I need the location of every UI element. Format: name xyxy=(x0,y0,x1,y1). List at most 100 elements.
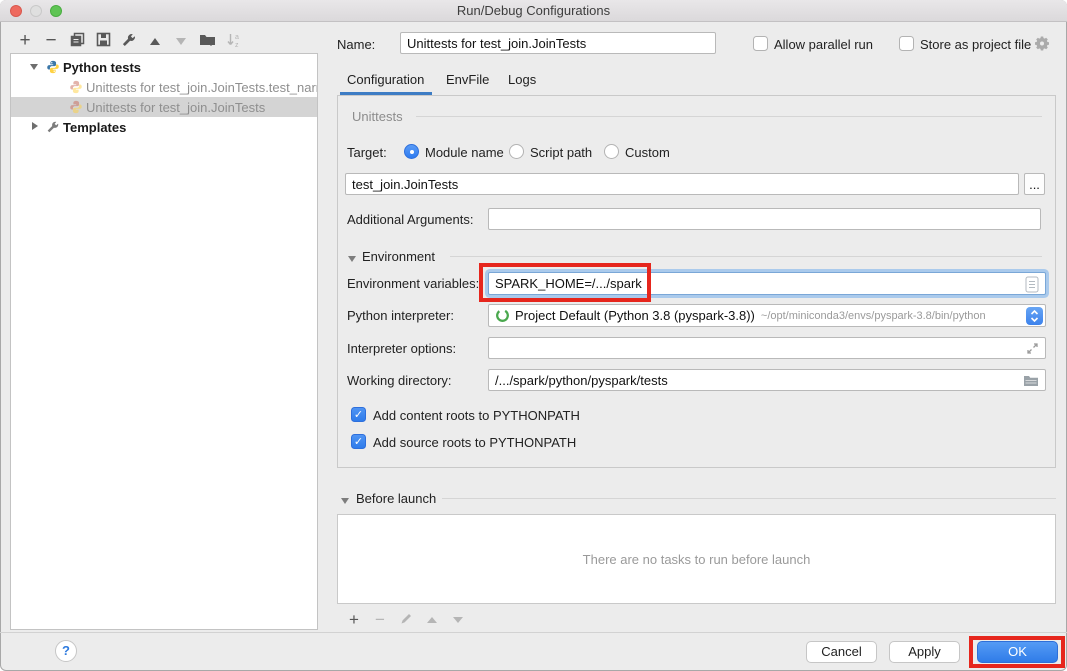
save-configuration-button[interactable] xyxy=(90,30,116,52)
conda-env-icon xyxy=(495,308,510,323)
interpreter-options-label: Interpreter options: xyxy=(347,341,456,356)
plus-icon: + xyxy=(349,611,359,629)
configurations-toolbar: + − az xyxy=(12,30,246,52)
tree-item-test-narrow[interactable]: Unittests for test_join.JoinTests.test_n… xyxy=(11,77,317,97)
new-folder-icon xyxy=(199,32,216,50)
name-input[interactable]: Unittests for test_join.JoinTests xyxy=(400,32,716,54)
tab-logs[interactable]: Logs xyxy=(508,72,536,87)
add-configuration-button[interactable]: + xyxy=(12,30,38,52)
cancel-button[interactable]: Cancel xyxy=(806,641,877,663)
no-tasks-text: There are no tasks to run before launch xyxy=(583,552,811,567)
edit-templates-button[interactable] xyxy=(116,30,142,52)
arrow-down-icon xyxy=(176,38,186,45)
interpreter-options-input[interactable] xyxy=(488,337,1046,359)
working-directory-input[interactable]: /.../spark/python/pyspark/tests xyxy=(488,369,1046,391)
wrench-icon xyxy=(121,32,137,51)
environment-variables-input[interactable]: SPARK_HOME=/.../spark xyxy=(488,272,1046,295)
radio-custom-label[interactable]: Custom xyxy=(625,145,670,160)
collapse-before-launch-icon[interactable] xyxy=(341,498,349,504)
additional-arguments-label: Additional Arguments: xyxy=(347,212,473,227)
add-task-button[interactable]: + xyxy=(341,611,367,629)
pencil-icon xyxy=(400,612,413,628)
radio-module-name-label[interactable]: Module name xyxy=(425,145,504,160)
remove-task-button[interactable]: − xyxy=(367,611,393,629)
move-task-up-button[interactable] xyxy=(419,611,445,629)
browse-module-button[interactable]: ... xyxy=(1024,173,1045,195)
run-debug-configurations-dialog: Run/Debug Configurations + − az Python t… xyxy=(0,0,1067,671)
additional-arguments-input[interactable] xyxy=(488,208,1041,230)
check-icon: ✓ xyxy=(354,436,363,448)
sort-configurations-button[interactable]: az xyxy=(220,30,246,52)
before-launch-toolbar: + − xyxy=(341,611,471,629)
minus-icon: − xyxy=(45,32,56,50)
remove-configuration-button[interactable]: − xyxy=(38,30,64,52)
unittests-group-title: Unittests xyxy=(352,109,403,124)
svg-text:z: z xyxy=(235,42,239,48)
gear-icon[interactable] xyxy=(1034,35,1050,54)
plus-icon: + xyxy=(19,32,30,50)
python-icon xyxy=(69,100,83,117)
save-icon xyxy=(96,32,111,50)
expand-field-icon[interactable] xyxy=(1026,342,1039,358)
close-window-button[interactable] xyxy=(10,5,22,17)
store-as-project-file-label: Store as project file xyxy=(920,37,1031,52)
tab-configuration[interactable]: Configuration xyxy=(347,72,424,87)
allow-parallel-run-label: Allow parallel run xyxy=(774,37,873,52)
working-directory-label: Working directory: xyxy=(347,373,452,388)
tree-item-python-tests[interactable]: Python tests xyxy=(11,57,317,77)
configurations-tree: Python tests Unittests for test_join.Joi… xyxy=(10,53,318,630)
tree-item-label: Unittests for test_join.JoinTests xyxy=(86,100,265,115)
before-launch-separator xyxy=(442,498,1056,499)
folder-icon[interactable] xyxy=(1023,375,1039,390)
collapse-environment-icon[interactable] xyxy=(348,256,356,262)
environment-separator xyxy=(450,256,1042,257)
radio-module-name[interactable] xyxy=(404,144,419,159)
tree-item-jointests-selected[interactable]: Unittests for test_join.JoinTests xyxy=(11,97,317,117)
tree-item-templates[interactable]: Templates xyxy=(11,117,317,137)
create-folder-button[interactable] xyxy=(194,30,220,52)
window-title: Run/Debug Configurations xyxy=(0,0,1067,21)
radio-script-path-label[interactable]: Script path xyxy=(530,145,592,160)
apply-button[interactable]: Apply xyxy=(889,641,960,663)
edit-task-button[interactable] xyxy=(393,611,419,629)
move-up-button[interactable] xyxy=(142,30,168,52)
ok-button[interactable]: OK xyxy=(977,641,1058,663)
environment-variables-value: SPARK_HOME=/.../spark xyxy=(495,276,642,291)
store-as-project-file-checkbox[interactable] xyxy=(899,36,914,51)
group-separator xyxy=(416,116,1042,117)
module-name-input[interactable]: test_join.JoinTests xyxy=(345,173,1019,195)
tree-item-label: Unittests for test_join.JoinTests.test_n… xyxy=(86,80,318,95)
tree-item-label: Templates xyxy=(63,120,126,135)
tab-envfile[interactable]: EnvFile xyxy=(446,72,489,87)
name-value: Unittests for test_join.JoinTests xyxy=(407,36,586,51)
python-interpreter-value: Project Default (Python 3.8 (pyspark-3.8… xyxy=(515,308,755,323)
footer-separator xyxy=(0,632,1067,633)
add-source-roots-checkbox[interactable]: ✓ xyxy=(351,434,366,449)
collapse-arrow-icon[interactable] xyxy=(30,64,38,70)
expand-arrow-icon[interactable] xyxy=(32,122,38,130)
radio-script-path[interactable] xyxy=(509,144,524,159)
python-interpreter-select[interactable]: Project Default (Python 3.8 (pyspark-3.8… xyxy=(488,304,1046,327)
environment-section-title: Environment xyxy=(362,249,435,264)
radio-custom[interactable] xyxy=(604,144,619,159)
help-button[interactable]: ? xyxy=(55,640,77,662)
question-mark-icon: ? xyxy=(62,643,70,658)
edit-variables-icon[interactable] xyxy=(1025,276,1039,295)
module-name-value: test_join.JoinTests xyxy=(352,177,458,192)
zoom-window-button[interactable] xyxy=(50,5,62,17)
add-content-roots-label: Add content roots to PYTHONPATH xyxy=(373,408,580,423)
dropdown-stepper-icon[interactable] xyxy=(1026,307,1043,325)
wrench-icon xyxy=(46,120,60,137)
move-down-button[interactable] xyxy=(168,30,194,52)
copy-configuration-button[interactable] xyxy=(64,30,90,52)
arrow-up-icon xyxy=(427,617,437,623)
check-icon: ✓ xyxy=(354,409,363,421)
move-task-down-button[interactable] xyxy=(445,611,471,629)
python-interpreter-label: Python interpreter: xyxy=(347,308,454,323)
ellipsis-icon: ... xyxy=(1029,177,1040,192)
before-launch-title: Before launch xyxy=(356,491,436,506)
allow-parallel-run-checkbox[interactable] xyxy=(753,36,768,51)
minimize-window-button[interactable] xyxy=(30,5,42,17)
add-content-roots-checkbox[interactable]: ✓ xyxy=(351,407,366,422)
name-label: Name: xyxy=(337,37,375,52)
